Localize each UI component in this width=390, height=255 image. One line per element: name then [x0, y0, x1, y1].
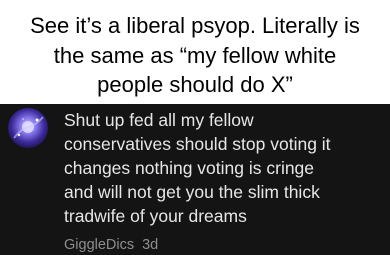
comment-text-line: and will not get you the slim thick [64, 182, 320, 202]
comment-text-line: changes nothing voting is cringe [64, 158, 315, 178]
timestamp: 3d [142, 237, 159, 253]
caption-line: people should do X” [97, 72, 293, 97]
caption-line: See it’s a liberal psyop. Literally is [30, 13, 360, 38]
comment-card: Shut up fed all my fellow conservatives … [0, 104, 390, 255]
avatar[interactable] [8, 108, 48, 148]
comment-meta: GiggleDics 3d [64, 236, 158, 254]
caption-line: the same as “my fellow white [53, 43, 337, 68]
meme-caption: See it’s a liberal psyop. Literally is t… [0, 0, 390, 104]
comment-text-line: conservatives should stop voting it [64, 134, 331, 154]
username[interactable]: GiggleDics [64, 237, 134, 253]
galaxy-avatar-icon [13, 116, 44, 139]
comment-text-line: Shut up fed all my fellow [64, 110, 254, 130]
comment-text-line: tradwife of your dreams [64, 206, 247, 226]
